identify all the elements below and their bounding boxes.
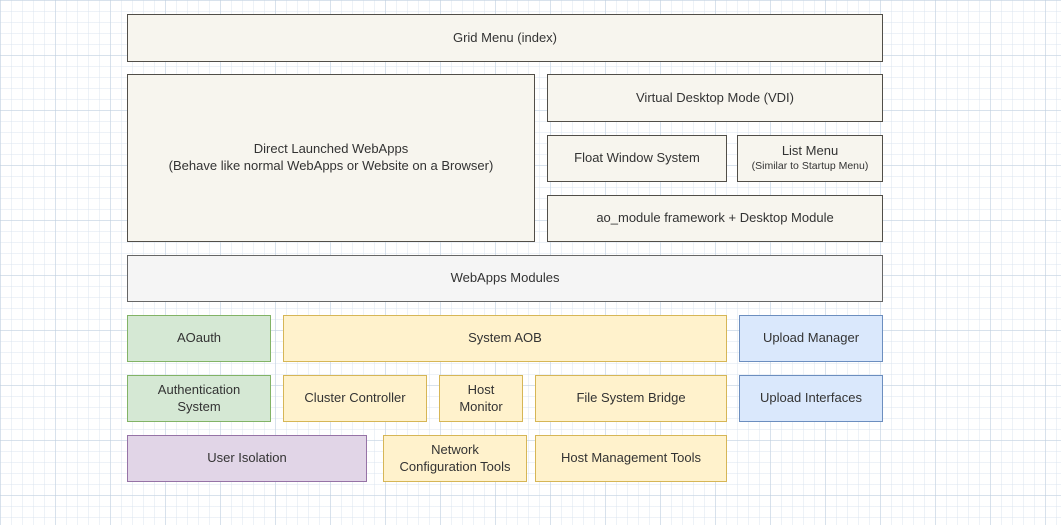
node-system-aob: System AOB bbox=[283, 315, 727, 362]
node-file-system-bridge: File System Bridge bbox=[535, 375, 727, 422]
diagram-canvas: Grid Menu (index) Direct Launched WebApp… bbox=[0, 0, 1061, 525]
node-host-monitor-label: Host Monitor bbox=[447, 382, 515, 416]
node-ao-module-framework-label: ao_module framework + Desktop Module bbox=[596, 210, 833, 227]
node-direct-launched-webapps: Direct Launched WebApps (Behave like nor… bbox=[127, 74, 535, 242]
node-host-monitor: Host Monitor bbox=[439, 375, 523, 422]
node-system-aob-label: System AOB bbox=[468, 330, 542, 347]
node-aoauth: AOauth bbox=[127, 315, 271, 362]
node-webapps-modules-label: WebApps Modules bbox=[451, 270, 560, 287]
node-list-menu-label: List Menu bbox=[782, 143, 838, 160]
node-virtual-desktop-mode-label: Virtual Desktop Mode (VDI) bbox=[636, 90, 794, 107]
node-authentication-system: Authentication System bbox=[127, 375, 271, 422]
node-cluster-controller-label: Cluster Controller bbox=[304, 390, 405, 407]
node-direct-launched-webapps-sublabel: (Behave like normal WebApps or Website o… bbox=[169, 158, 494, 175]
node-upload-manager-label: Upload Manager bbox=[763, 330, 859, 347]
node-upload-interfaces-label: Upload Interfaces bbox=[760, 390, 862, 407]
node-user-isolation-label: User Isolation bbox=[207, 450, 286, 467]
node-authentication-system-label: Authentication System bbox=[135, 382, 263, 416]
node-float-window-system-label: Float Window System bbox=[574, 150, 700, 167]
node-virtual-desktop-mode: Virtual Desktop Mode (VDI) bbox=[547, 74, 883, 122]
node-host-management-tools-label: Host Management Tools bbox=[561, 450, 701, 467]
node-list-menu: List Menu (Similar to Startup Menu) bbox=[737, 135, 883, 182]
node-user-isolation: User Isolation bbox=[127, 435, 367, 482]
node-webapps-modules: WebApps Modules bbox=[127, 255, 883, 302]
node-upload-manager: Upload Manager bbox=[739, 315, 883, 362]
node-float-window-system: Float Window System bbox=[547, 135, 727, 182]
node-aoauth-label: AOauth bbox=[177, 330, 221, 347]
node-grid-menu-label: Grid Menu (index) bbox=[453, 30, 557, 47]
node-grid-menu: Grid Menu (index) bbox=[127, 14, 883, 62]
node-ao-module-framework: ao_module framework + Desktop Module bbox=[547, 195, 883, 242]
node-file-system-bridge-label: File System Bridge bbox=[576, 390, 685, 407]
node-cluster-controller: Cluster Controller bbox=[283, 375, 427, 422]
node-list-menu-sublabel: (Similar to Startup Menu) bbox=[752, 160, 869, 174]
node-host-management-tools: Host Management Tools bbox=[535, 435, 727, 482]
node-network-configuration-tools: Network Configuration Tools bbox=[383, 435, 527, 482]
node-upload-interfaces: Upload Interfaces bbox=[739, 375, 883, 422]
node-direct-launched-webapps-label: Direct Launched WebApps bbox=[254, 141, 408, 158]
node-network-configuration-tools-label: Network Configuration Tools bbox=[391, 442, 519, 476]
